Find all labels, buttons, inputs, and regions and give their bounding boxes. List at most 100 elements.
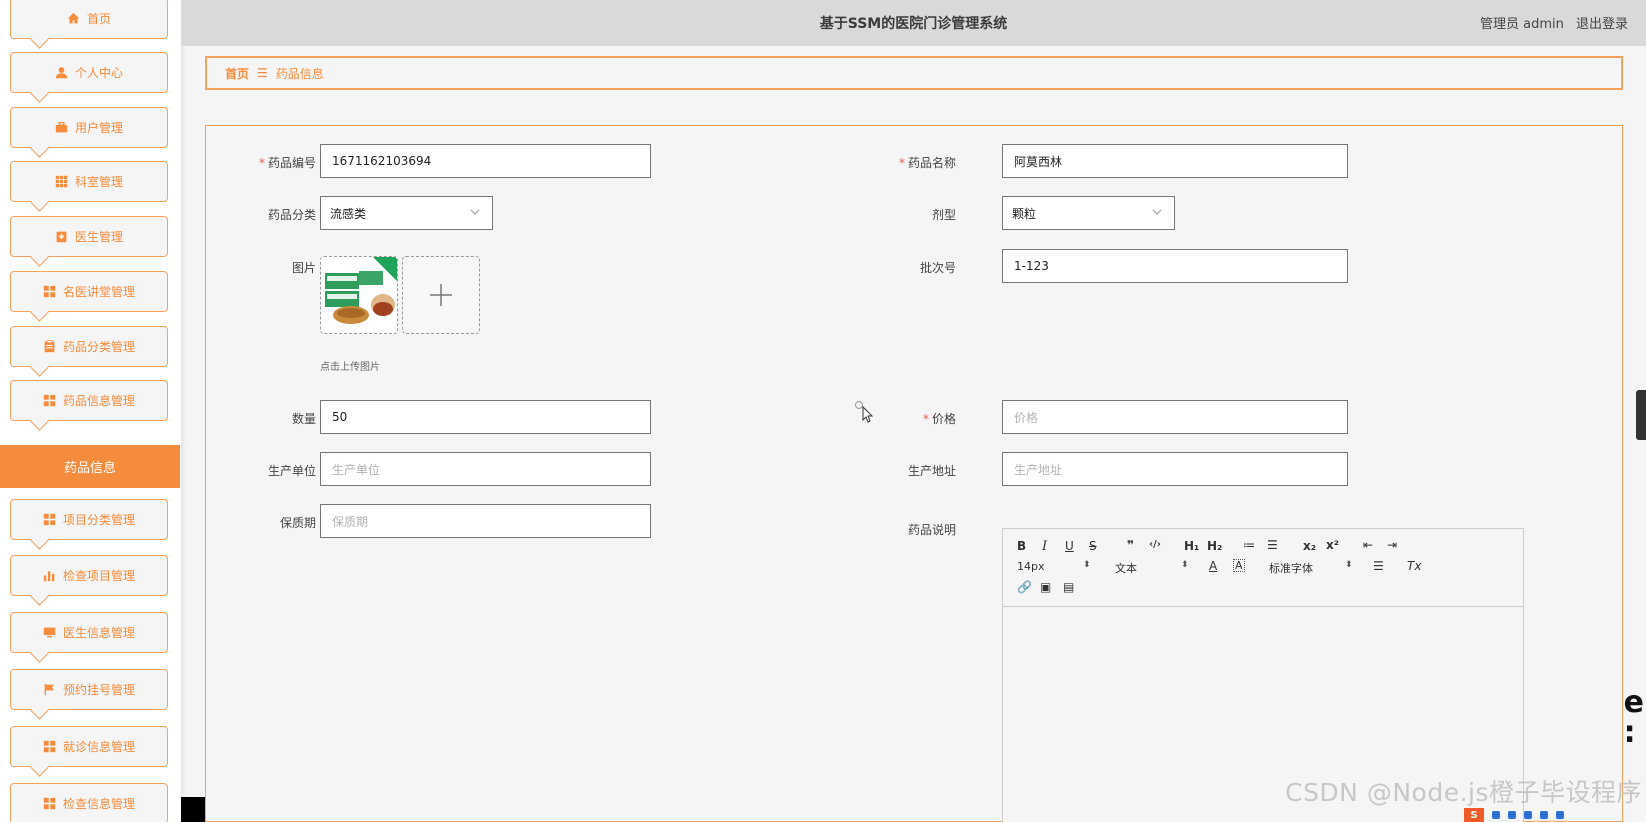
video-icon[interactable]: ▤ [1063,580,1074,594]
sidebar-item-label: 医生信息管理 [62,626,135,640]
sidebar-item-label: 预约挂号管理 [62,683,135,697]
ime-logo-icon: S [1464,808,1484,822]
breadcrumb-separator-icon: ☰ [257,66,268,80]
sidebar-subitem-label: 药品信息 [63,461,116,476]
sidebar-subitem-drug-info[interactable]: 药品信息 [0,445,180,488]
address-input[interactable]: 生产地址 [1002,452,1348,486]
sidebar-item-label: 个人中心 [74,66,123,80]
breadcrumb-home-link[interactable]: 首页 [225,65,249,82]
underline-button[interactable]: U [1065,539,1074,553]
indent-button[interactable]: ⇥ [1387,538,1397,552]
font-color-icon[interactable]: A [1209,559,1217,573]
sidebar-item-appointment-management[interactable]: 预约挂号管理 [10,669,168,710]
upload-hint: 点击上传图片 [320,362,380,373]
ime-dot-icon [1508,811,1516,819]
dosage-select[interactable]: 颗粒 [1002,196,1175,230]
text-style-select-arrow-icon: ⬍ [1181,560,1189,570]
logout-link[interactable]: 退出登录 [1576,17,1628,32]
font-family-select[interactable]: 标准字体 [1269,560,1313,576]
price-input[interactable]: 价格 [1002,400,1348,434]
category-label: 药品分类 [267,208,316,222]
sidebar-item-label: 检查信息管理 [62,797,135,811]
sidebar-item-label: 项目分类管理 [62,513,135,527]
category-select[interactable]: 流感类 [320,196,493,230]
sidebar-item-doctor-management[interactable]: 医生管理 [10,216,168,257]
sidebar-item-label: 首页 [86,12,111,26]
sidebar-item-exam-info-management[interactable]: 检查信息管理 [10,783,168,822]
strike-button[interactable]: S [1089,539,1097,553]
app-root: 首页 个人中心 用户管理 科室管理 医生管理 名医讲堂管理 药品分类管理 药品信… [0,0,1646,822]
watermark-text: CSDN @Node.js橙子毕设程序 [1285,778,1642,807]
italic-button[interactable]: I [1042,539,1047,554]
batch-input[interactable]: 1-123 [1002,249,1348,283]
apps-icon [43,513,57,527]
sidebar-item-label: 用户管理 [74,121,123,135]
category-select-value: 流感类 [330,206,367,221]
home-icon [67,12,81,26]
sidebar-item-visit-info-management[interactable]: 就诊信息管理 [10,726,168,767]
editor-toolbar: B I U S ❞ ‹/› H₁ H₂ ≔ ☰ x₂ x² ⇤ ⇥ 14px ⬍… [1003,529,1523,607]
monitor-icon [43,626,57,640]
address-label: 生产地址 [907,464,956,478]
link-icon[interactable]: 🔗 [1017,580,1032,594]
text-style-select[interactable]: 文本 [1115,560,1137,576]
manufacturer-input[interactable]: 生产单位 [320,452,651,486]
superscript-button[interactable]: x² [1326,538,1339,552]
ime-dot-icon [1556,811,1564,819]
code-button[interactable]: ‹/› [1149,539,1161,550]
sidebar-item-department-management[interactable]: 科室管理 [10,161,168,202]
bottom-black-bar [181,797,205,822]
edge-fragment-icon: e: [1623,685,1644,750]
sidebar-item-label: 药品分类管理 [62,340,135,354]
clipboard-icon [43,340,57,354]
drug-name-input[interactable]: 阿莫西林 [1002,144,1348,178]
clear-format-icon[interactable]: Tx [1407,559,1421,573]
drug-code-input[interactable]: 1671162103694 [320,144,651,178]
apps-icon [43,797,57,811]
h2-button[interactable]: H₂ [1207,539,1222,553]
dosage-label: 剂型 [931,208,956,222]
sidebar-item-doctor-info-management[interactable]: 医生信息管理 [10,612,168,653]
quote-button[interactable]: ❞ [1127,538,1134,552]
image-icon[interactable]: ▣ [1040,580,1051,594]
align-icon[interactable]: ☰ [1373,559,1384,573]
scrollbar-handle[interactable] [1636,390,1646,440]
user-icon [55,66,69,80]
grid-icon [55,175,69,189]
sidebar-item-lecture-management[interactable]: 名医讲堂管理 [10,271,168,312]
ordered-list-button[interactable]: ≔ [1243,538,1255,552]
apps-icon [43,285,57,299]
mouse-cursor-icon [855,401,874,423]
sidebar-item-drug-info-management[interactable]: 药品信息管理 [10,380,168,421]
subscript-button[interactable]: x₂ [1303,539,1316,553]
user-area: 管理员 admin 退出登录 [1472,13,1628,32]
image-label: 图片 [291,261,316,275]
sidebar: 首页 个人中心 用户管理 科室管理 医生管理 名医讲堂管理 药品分类管理 药品信… [0,0,181,822]
sidebar-item-label: 就诊信息管理 [62,740,135,754]
sidebar-item-user-management[interactable]: 用户管理 [10,107,168,148]
bold-button[interactable]: B [1017,539,1026,553]
ime-dot-icon [1492,811,1500,819]
doctor-icon [55,230,69,244]
sidebar-item-personal-center[interactable]: 个人中心 [10,52,168,93]
sidebar-item-home[interactable]: 首页 [10,0,168,39]
bullet-list-button[interactable]: ☰ [1267,538,1278,552]
plus-icon [430,284,452,306]
add-image-button[interactable] [402,256,480,334]
uploaded-image-thumbnail[interactable] [320,256,398,334]
outdent-button[interactable]: ⇤ [1363,538,1373,552]
chevron-down-icon [1152,209,1162,215]
sidebar-item-project-category-management[interactable]: 项目分类管理 [10,499,168,540]
font-size-select[interactable]: 14px [1017,560,1045,573]
sidebar-item-drug-category-management[interactable]: 药品分类管理 [10,326,168,367]
breadcrumb: 首页 ☰ 药品信息 [205,56,1623,90]
h1-button[interactable]: H₁ [1184,539,1199,553]
shelf-life-input[interactable]: 保质期 [320,504,651,538]
sidebar-item-label: 医生管理 [74,230,123,244]
briefcase-icon [55,121,69,135]
app-title: 基于SSM的医院门诊管理系统 [819,16,1008,32]
sidebar-item-exam-item-management[interactable]: 检查项目管理 [10,555,168,596]
background-color-icon[interactable]: A [1233,559,1245,572]
quantity-input[interactable]: 50 [320,400,651,434]
flag-icon [43,683,57,697]
